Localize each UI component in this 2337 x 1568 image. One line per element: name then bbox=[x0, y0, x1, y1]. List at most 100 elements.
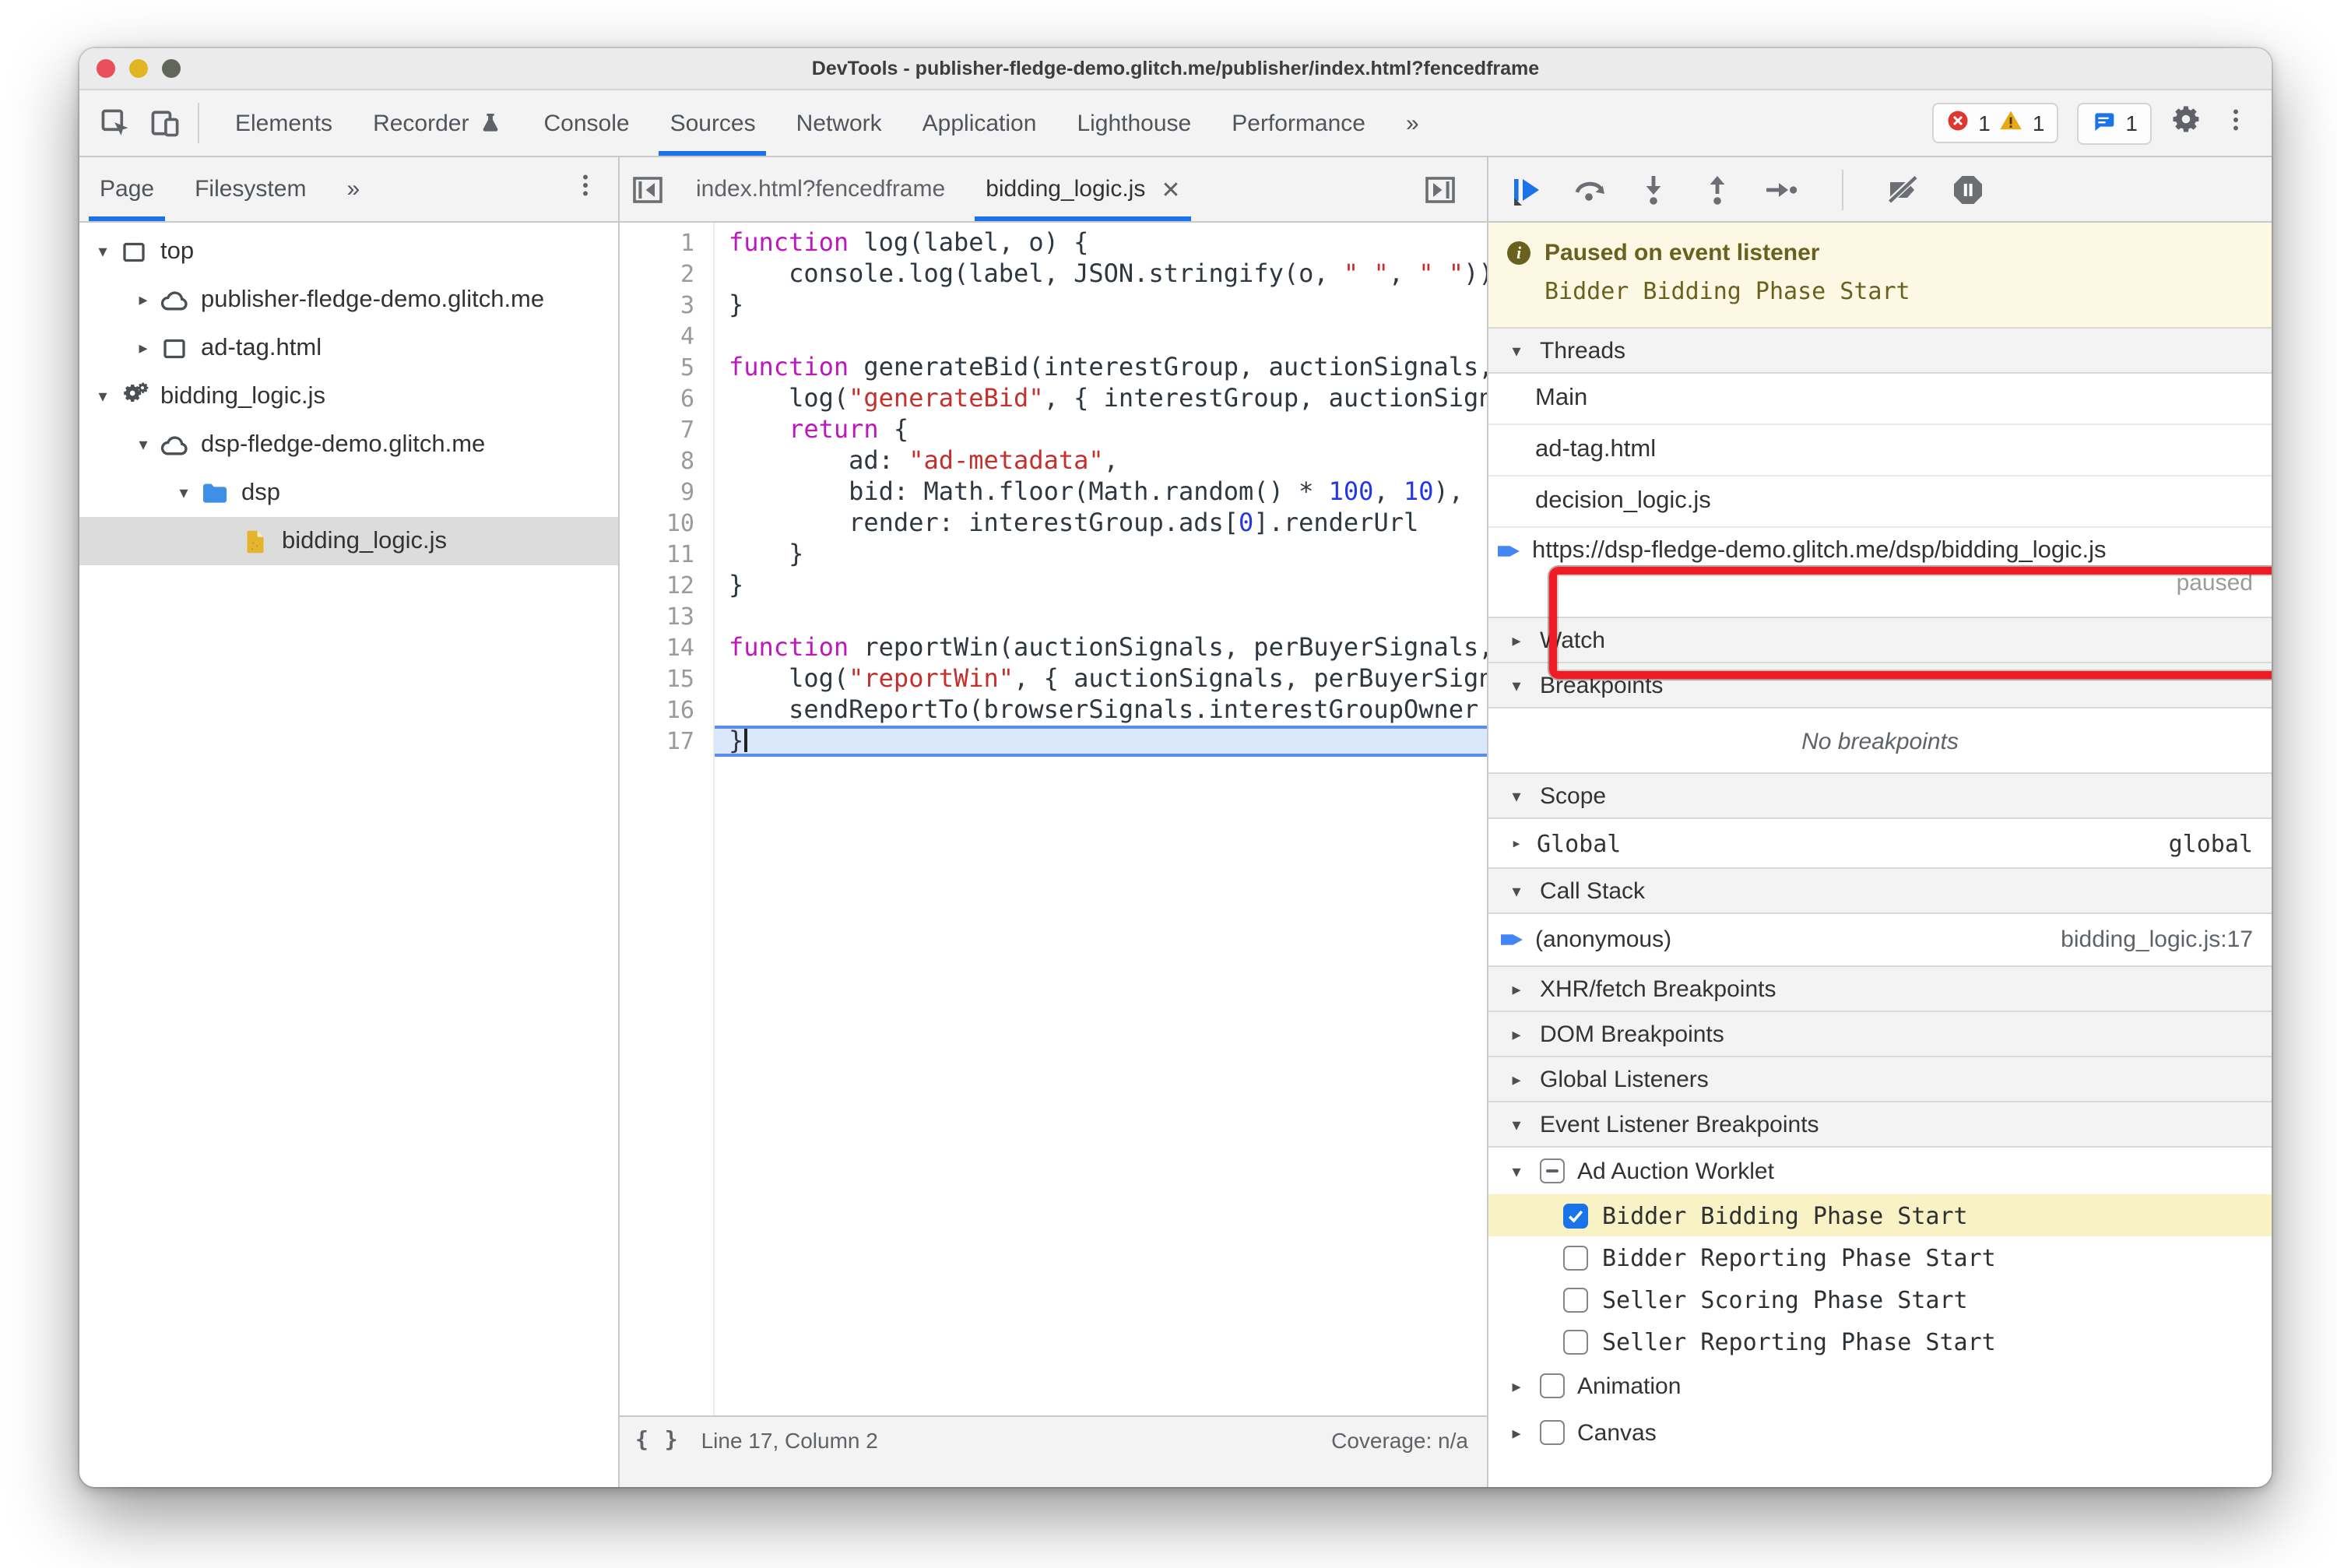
line-content[interactable]: render: interestGroup.ads[0].renderUrl bbox=[713, 508, 1487, 539]
call-stack-frame[interactable]: (anonymous) bidding_logic.js:17 bbox=[1488, 914, 2272, 967]
gear-icon[interactable] bbox=[2170, 103, 2203, 135]
line-content[interactable] bbox=[713, 601, 1487, 632]
editor-tab-index-html-fencedframe[interactable]: index.html?fencedframe bbox=[676, 157, 965, 221]
line-number[interactable]: 7 bbox=[620, 414, 713, 445]
scope-global-row[interactable]: ▸ Global global bbox=[1488, 819, 2272, 869]
hide-navigator-button[interactable] bbox=[629, 157, 666, 221]
line-number[interactable]: 4 bbox=[620, 321, 713, 352]
line-number[interactable]: 8 bbox=[620, 445, 713, 476]
line-number[interactable]: 10 bbox=[620, 508, 713, 539]
kebab-icon[interactable] bbox=[2222, 105, 2250, 133]
chevron-right-icon[interactable]: ▸ bbox=[1506, 1376, 1527, 1396]
tab-elements[interactable]: Elements bbox=[215, 90, 353, 156]
line-number[interactable]: 6 bbox=[620, 383, 713, 414]
scope-section-header[interactable]: ▾ Scope bbox=[1488, 772, 2272, 819]
checkbox-ad-auction-worklet[interactable] bbox=[1540, 1158, 1565, 1183]
tab-page[interactable]: Page bbox=[79, 157, 174, 221]
tab-recorder[interactable]: Recorder bbox=[353, 90, 523, 156]
inspect-icon[interactable] bbox=[98, 106, 132, 140]
more-navigator-tabs-chevron[interactable]: » bbox=[326, 157, 380, 221]
line-number[interactable]: 12 bbox=[620, 570, 713, 601]
kebab-icon[interactable] bbox=[571, 171, 599, 199]
xhr-fetch-breakpoints-section-header[interactable]: ▸ XHR/fetch Breakpoints bbox=[1488, 965, 2272, 1012]
chevron-down-icon[interactable]: ▾ bbox=[173, 483, 195, 503]
line-number[interactable]: 3 bbox=[620, 290, 713, 321]
line-number[interactable]: 11 bbox=[620, 539, 713, 570]
chevron-right-icon[interactable]: ▸ bbox=[132, 338, 154, 358]
tree-item-bidding-logic-js[interactable]: bidding_logic.js bbox=[79, 517, 618, 565]
elb-item-seller-reporting-phase-start[interactable]: Seller Reporting Phase Start bbox=[1488, 1320, 2272, 1362]
line-content[interactable]: bid: Math.floor(Math.random() * 100, 10)… bbox=[713, 476, 1487, 508]
thread-row-ad-tag-html[interactable]: ad-tag.html bbox=[1488, 425, 2272, 476]
line-number[interactable]: 13 bbox=[620, 601, 713, 632]
line-content[interactable]: } bbox=[713, 290, 1487, 321]
chevron-down-icon[interactable]: ▾ bbox=[92, 386, 114, 406]
line-content[interactable]: } bbox=[713, 539, 1487, 570]
line-content[interactable]: function reportWin(auctionSignals, perBu… bbox=[713, 632, 1487, 663]
line-number[interactable]: 9 bbox=[620, 476, 713, 508]
line-number[interactable]: 16 bbox=[620, 694, 713, 726]
chevron-right-icon[interactable]: ▸ bbox=[1506, 1422, 1527, 1443]
thread-row-decision-logic-js[interactable]: decision_logic.js bbox=[1488, 476, 2272, 528]
main-menu-button[interactable] bbox=[2222, 105, 2250, 141]
event-listener-breakpoints-header[interactable]: ▾ Event Listener Breakpoints bbox=[1488, 1101, 2272, 1148]
next-editor-button[interactable] bbox=[1422, 171, 1459, 208]
chevron-down-icon[interactable]: ▾ bbox=[132, 434, 154, 455]
tab-console[interactable]: Console bbox=[523, 90, 649, 156]
tree-item-bidding-logic-js[interactable]: ▾ bidding_logic.js bbox=[79, 372, 618, 420]
tab-network[interactable]: Network bbox=[776, 90, 902, 156]
checkbox-seller-reporting-phase-start[interactable] bbox=[1563, 1329, 1588, 1354]
elb-item-bidder-reporting-phase-start[interactable]: Bidder Reporting Phase Start bbox=[1488, 1236, 2272, 1278]
zoom-button[interactable] bbox=[162, 59, 181, 78]
watch-section-header[interactable]: ▸ Watch bbox=[1488, 617, 2272, 663]
close-button[interactable] bbox=[97, 59, 115, 78]
breakpoints-section-header[interactable]: ▾ Breakpoints bbox=[1488, 662, 2272, 708]
line-number[interactable]: 2 bbox=[620, 258, 713, 290]
call-stack-section-header[interactable]: ▾ Call Stack bbox=[1488, 867, 2272, 914]
device-toolbar-icon[interactable] bbox=[148, 106, 182, 140]
elb-group-animation[interactable]: ▸ Animation bbox=[1488, 1362, 2272, 1409]
line-content[interactable]: } bbox=[713, 570, 1487, 601]
titlebar[interactable]: DevTools - publisher-fledge-demo.glitch.… bbox=[79, 48, 2272, 90]
tab-application[interactable]: Application bbox=[902, 90, 1057, 156]
line-content[interactable]: function log(label, o) { bbox=[713, 227, 1487, 258]
thread-row-current[interactable]: https://dsp-fledge-demo.glitch.me/dsp/bi… bbox=[1488, 528, 2272, 618]
step-button[interactable] bbox=[1762, 171, 1800, 208]
elb-group-ad-auction-worklet[interactable]: ▾ Ad Auction Worklet bbox=[1488, 1148, 2272, 1194]
pretty-print-button[interactable]: { } bbox=[635, 1428, 680, 1453]
tab-lighthouse[interactable]: Lighthouse bbox=[1056, 90, 1211, 156]
editor-tab-bidding-logic-js[interactable]: bidding_logic.js ✕ bbox=[965, 157, 1200, 221]
line-content[interactable]: console.log(label, JSON.stringify(o, " "… bbox=[713, 258, 1487, 290]
elb-item-seller-scoring-phase-start[interactable]: Seller Scoring Phase Start bbox=[1488, 1278, 2272, 1320]
step-out-button[interactable] bbox=[1699, 171, 1736, 208]
line-content[interactable] bbox=[713, 321, 1487, 352]
chevron-down-icon[interactable]: ▾ bbox=[92, 241, 114, 262]
chevron-right-icon[interactable]: ▸ bbox=[132, 290, 154, 310]
error-warning-badges[interactable]: 1 1 bbox=[1931, 103, 2059, 143]
line-number[interactable]: 1 bbox=[620, 227, 713, 258]
tree-item-dsp-fledge-demo-glitch-me[interactable]: ▾ dsp-fledge-demo.glitch.me bbox=[79, 420, 618, 469]
minimize-button[interactable] bbox=[129, 59, 148, 78]
more-panels-chevron[interactable]: » bbox=[1386, 90, 1439, 156]
settings-button[interactable] bbox=[2170, 103, 2203, 143]
line-content[interactable]: log("reportWin", { auctionSignals, perBu… bbox=[713, 663, 1487, 694]
code-editor[interactable]: 1 function log(label, o) {2 console.log(l… bbox=[620, 223, 1487, 1415]
line-content[interactable]: return { bbox=[713, 414, 1487, 445]
tree-item-ad-tag-html[interactable]: ▸ ad-tag.html bbox=[79, 324, 618, 372]
close-tab-icon[interactable]: ✕ bbox=[1161, 175, 1180, 203]
issues-badge[interactable]: 1 bbox=[2077, 102, 2152, 144]
tab-sources[interactable]: Sources bbox=[650, 90, 776, 156]
tab-performance[interactable]: Performance bbox=[1211, 90, 1386, 156]
thread-row-main[interactable]: Main bbox=[1488, 374, 2272, 425]
line-content[interactable]: } bbox=[713, 726, 1487, 757]
dom-breakpoints-section-header[interactable]: ▸ DOM Breakpoints bbox=[1488, 1011, 2272, 1057]
tab-filesystem[interactable]: Filesystem bbox=[174, 157, 326, 221]
deactivate-breakpoints-button[interactable] bbox=[1885, 171, 1923, 208]
checkbox-seller-scoring-phase-start[interactable] bbox=[1563, 1287, 1588, 1312]
elb-group-canvas[interactable]: ▸ Canvas bbox=[1488, 1409, 2272, 1456]
checkbox-animation[interactable] bbox=[1540, 1373, 1565, 1398]
global-listeners-section-header[interactable]: ▸ Global Listeners bbox=[1488, 1056, 2272, 1102]
step-over-button[interactable] bbox=[1571, 171, 1608, 208]
resume-button[interactable] bbox=[1507, 171, 1545, 208]
tree-item-top[interactable]: ▾ top bbox=[79, 227, 618, 276]
